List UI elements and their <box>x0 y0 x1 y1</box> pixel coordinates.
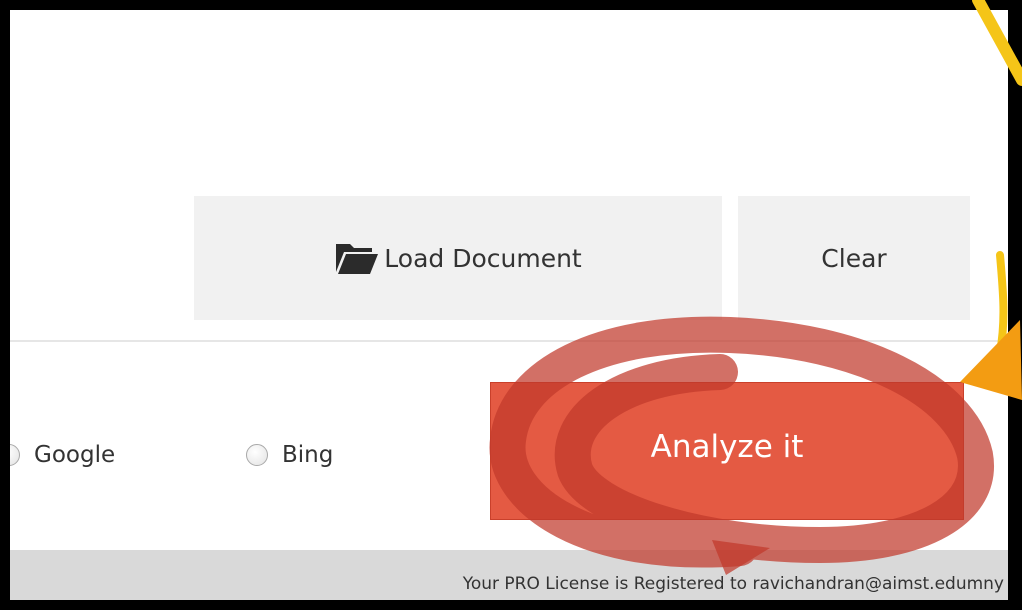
google-label: Google <box>34 442 116 468</box>
google-radio-button[interactable] <box>10 444 20 466</box>
app-window: Load Document Clear Google Bing Analyze … <box>0 0 1022 610</box>
bing-label: Bing <box>282 442 334 468</box>
radio-bing[interactable]: Bing <box>246 442 333 468</box>
bing-radio-button[interactable] <box>246 444 268 466</box>
license-text: Your PRO License is Registered to ravich… <box>462 574 1004 594</box>
folder-open-icon <box>336 244 379 274</box>
section-divider <box>10 340 1008 342</box>
load-document-label: Load Document <box>384 243 582 273</box>
radio-google[interactable]: Google <box>10 442 116 468</box>
clear-label: Clear <box>821 243 887 273</box>
clear-button[interactable]: Clear <box>738 196 970 320</box>
analyze-label: Analyze it <box>650 428 804 465</box>
load-document-button[interactable]: Load Document <box>194 196 722 320</box>
analyze-button[interactable]: Analyze it <box>490 382 964 520</box>
status-bar: Your PRO License is Registered to ravich… <box>10 550 1008 600</box>
